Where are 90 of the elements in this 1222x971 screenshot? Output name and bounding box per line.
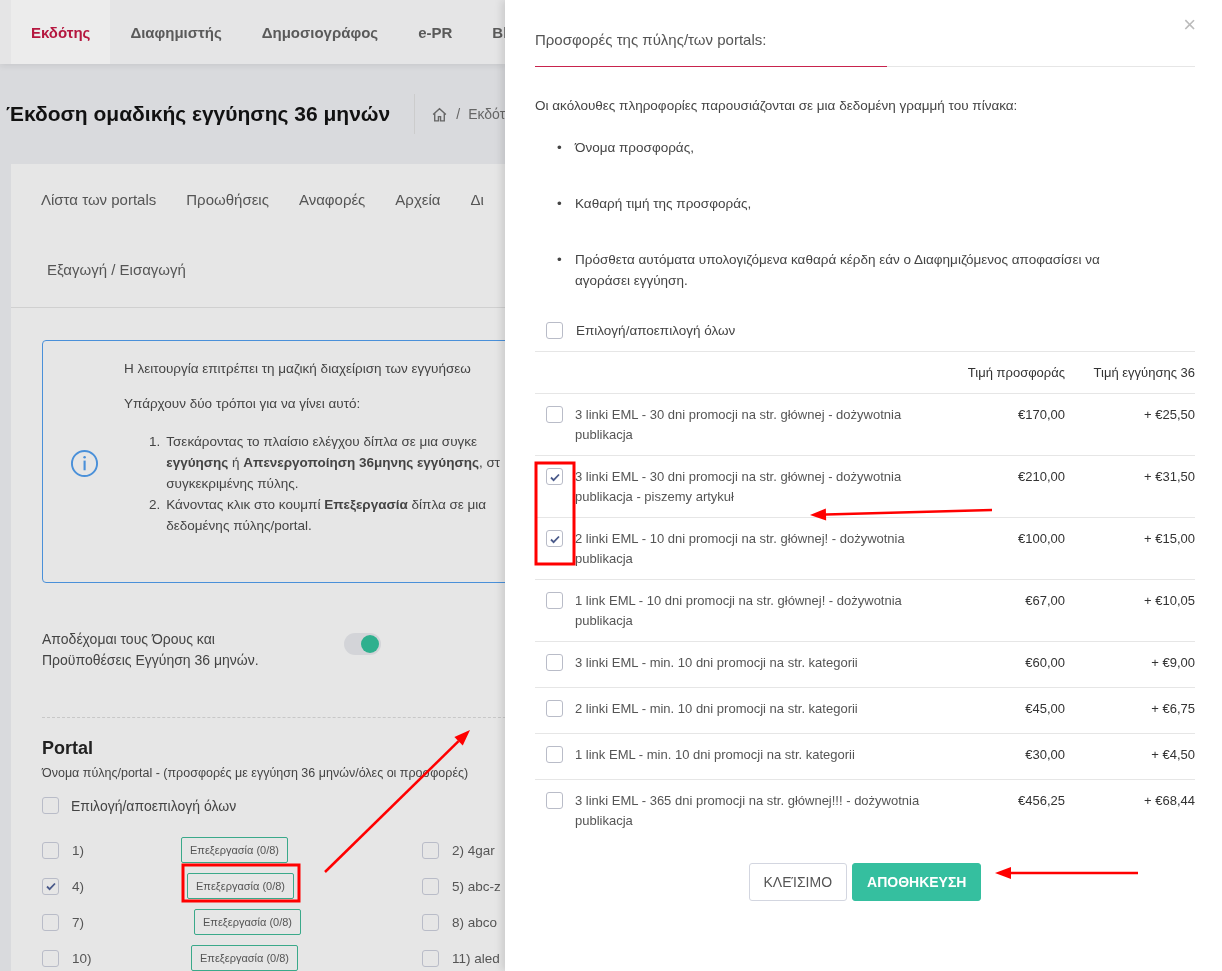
offer-price: €100,00 (1017, 530, 1065, 548)
checkbox[interactable] (42, 949, 59, 967)
checkbox[interactable] (422, 949, 439, 967)
checkbox[interactable] (546, 654, 563, 671)
edit-button[interactable]: Επεξεργασία (0/8) (181, 837, 288, 863)
check-icon (44, 880, 57, 892)
offer-price: €170,00 (1017, 406, 1065, 424)
breadcrumb-link[interactable]: Εκδότ (468, 106, 505, 122)
section-tab[interactable]: Αρχεία (395, 191, 441, 208)
bullet-item: Πρόσθετα αυτόματα υπολογιζόμενα καθαρά κέρδη εάν ο Διαφημιζόμενος αποφασίσει να αγοράσει εγγύηση. (575, 251, 1101, 290)
column-header: Τιμή εγγύησης 36 (1092, 365, 1195, 380)
edit-button[interactable]: Επεξεργασία (0/8) (187, 873, 294, 899)
portal-label: 2) 4gar (452, 842, 495, 858)
checkbox[interactable] (546, 406, 563, 423)
guarantee-price: + €25,50 (1143, 406, 1195, 424)
panel-description: Οι ακόλουθες πληροφορίες παρουσιάζονται σε μια δεδομένη γραμμή του πίνακα: (535, 98, 1019, 113)
edit-button[interactable]: Επεξεργασία (0/8) (194, 909, 301, 935)
section-tab[interactable]: Δι (470, 191, 484, 208)
guarantee-price: + €6,75 (1150, 700, 1195, 718)
instruction-step: Τσεκάροντας το πλαίσιο ελέγχου δίπλα σε μια συγκε εγγύησης ή Απενεργοποίηση 36μηνης εγγύησης, στ συγκεκριμένης πύλης. (166, 431, 501, 494)
nav-tab[interactable]: Δημοσιογράφος (241, 0, 399, 64)
guarantee-price: + €31,50 (1143, 468, 1195, 486)
guarantee-price: + €9,00 (1150, 654, 1195, 672)
toggle-switch[interactable] (344, 633, 381, 655)
portal-label: 1) (72, 842, 84, 858)
guarantee-price: + €68,44 (1143, 792, 1195, 810)
info-text: Υπάρχουν δύο τρόποι για να γίνει αυτό: (124, 396, 362, 411)
section-tab[interactable]: Λίστα των portals (41, 191, 157, 208)
checkbox[interactable] (546, 592, 563, 609)
portal-label: 8) abco (452, 914, 498, 930)
offer-name: 1 link EML - min. 10 dni promocji na str. kategorii (575, 746, 856, 764)
offer-price: €60,00 (1024, 654, 1065, 672)
checkbox[interactable] (42, 841, 59, 859)
nav-tab[interactable]: Εκδότης (11, 0, 111, 64)
guarantee-price: + €4,50 (1150, 746, 1195, 764)
checkbox-label: Επιλογή/αποεπιλογή όλων (71, 797, 237, 814)
step-number: 2. (149, 496, 161, 514)
edit-button[interactable]: Επεξεργασία (0/8) (191, 945, 298, 971)
nav-tab[interactable]: e-PR (398, 0, 473, 64)
checkbox[interactable] (546, 468, 563, 485)
portal-label: 7) (72, 914, 84, 930)
section-tab[interactable]: Αναφορές (298, 191, 366, 208)
section-heading: Portal (42, 738, 94, 759)
column-header: Τιμή προσφοράς (966, 365, 1065, 380)
checkbox[interactable] (422, 841, 439, 859)
portal-label: 4) (72, 878, 84, 894)
checkbox[interactable] (422, 913, 439, 931)
checkbox[interactable] (422, 877, 439, 895)
bullet-marker: • (557, 251, 563, 269)
offer-name: 1 link EML - 10 dni promocji na str. głównej! - dożywotnia publikacja (575, 592, 903, 630)
offer-name: 3 linki EML - min. 10 dni promocji na str. kategorii (575, 654, 859, 672)
checkbox[interactable] (42, 913, 59, 931)
offer-name: 2 linki EML - min. 10 dni promocji na str. kategorii (575, 700, 859, 718)
checkbox[interactable] (546, 530, 563, 547)
instruction-step: Κάνοντας κλικ στο κουμπί Επεξεργασία δίπλα σε μια δεδομένης πύλης/portal. (166, 494, 487, 536)
section-tab[interactable]: Εξαγωγή / Εισαγωγή (47, 261, 186, 278)
section-tab[interactable]: Προωθήσεις (186, 191, 269, 208)
offer-price: €30,00 (1024, 746, 1065, 764)
portal-label: 5) abc-z (452, 878, 501, 894)
portal-label: 10) (72, 950, 92, 966)
home-icon[interactable] (431, 105, 449, 123)
guarantee-price: + €15,00 (1143, 530, 1195, 548)
checkbox[interactable] (546, 322, 563, 339)
step-number: 1. (149, 433, 161, 451)
breadcrumb-separator: / (456, 106, 461, 122)
portal-label: 11) aled (452, 950, 500, 966)
bullet-item: Όνομα προσφοράς, (575, 139, 694, 157)
info-icon (70, 449, 99, 478)
checkbox[interactable] (42, 797, 59, 814)
panel-title: Προσφορές της πύλης/των portals: (535, 0, 887, 67)
page-title: Έκδοση ομαδικής εγγύησης 36 μηνών (6, 102, 391, 126)
close-button[interactable]: ΚΛΕΊΣΙΜΟ (748, 863, 848, 901)
guarantee-price: + €10,05 (1143, 592, 1195, 610)
checkbox[interactable] (546, 792, 563, 809)
terms-label: Αποδέχομαι τους Όρους και Προϋποθέσεις Εγγύηση 36 μηνών. (42, 630, 260, 670)
info-text: Η λειτουργία επιτρέπει τη μαζική διαχείριση των εγγυήσεω (124, 361, 472, 376)
bullet-marker: • (557, 195, 563, 213)
offer-price: €456,25 (1017, 792, 1065, 810)
bullet-item: Καθαρή τιμή της προσφοράς, (575, 195, 752, 213)
offer-name: 3 linki EML - 365 dni promocji na str. głównej!!! - dożywotnia publikacja (575, 792, 921, 830)
nav-tab[interactable]: Διαφημιστής (110, 0, 242, 64)
checkbox[interactable] (546, 700, 563, 717)
bullet-marker: • (557, 139, 563, 157)
offer-name: 3 linki EML - 30 dni promocji na str. głównej - dożywotnia publikacja (575, 406, 903, 444)
checkbox[interactable] (42, 877, 59, 895)
checkbox-label: Επιλογή/αποεπιλογή όλων (576, 323, 736, 338)
offer-price: €45,00 (1024, 700, 1065, 718)
offer-price: €210,00 (1017, 468, 1065, 486)
offer-price: €67,00 (1024, 592, 1065, 610)
checkbox[interactable] (546, 746, 563, 763)
